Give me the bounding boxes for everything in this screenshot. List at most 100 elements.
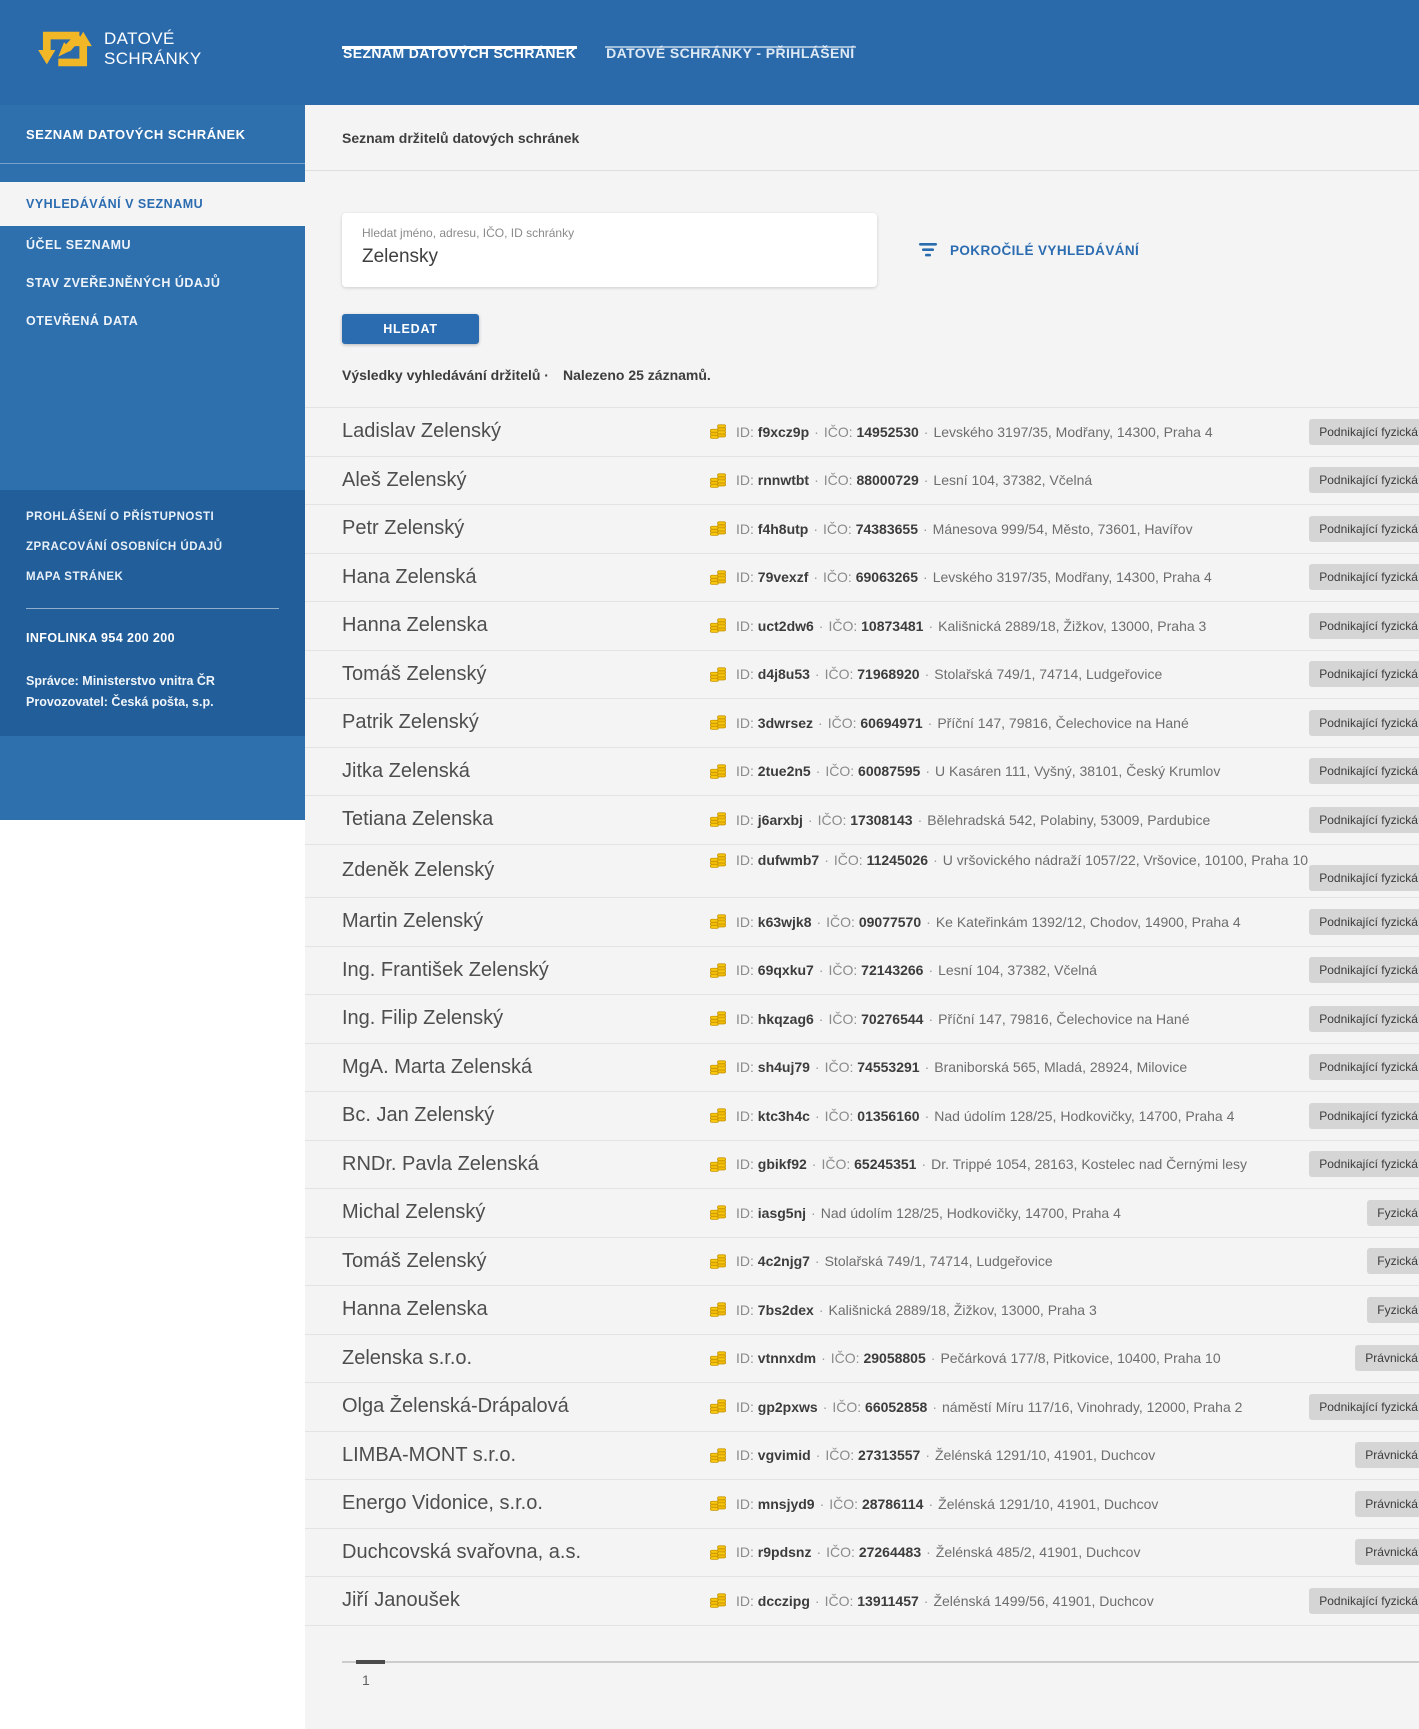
result-row[interactable]: Tetiana Zelenska ID: j6arxb — [305, 796, 1419, 845]
box-id-value: 2tue2n5 — [758, 763, 811, 779]
result-row[interactable]: Ing. Filip Zelenský ID: hkq — [305, 995, 1419, 1044]
holder-name[interactable]: Hana Zelenská — [342, 566, 709, 589]
holder-name[interactable]: Olga Želenská-Drápalová — [342, 1395, 709, 1418]
ico-group: ·IČO: 01356160 — [810, 1108, 920, 1124]
sidebar-item-otevrena-data[interactable]: OTEVŘENÁ DATA — [0, 302, 305, 340]
sidebar-admin-info: Správce: Ministerstvo vnitra ČR Provozov… — [26, 671, 305, 713]
holder-name[interactable]: Zelenska s.r.o. — [342, 1347, 709, 1370]
ico-group: ·IČO: 88000729 — [809, 472, 919, 488]
pagination-track — [342, 1661, 1419, 1663]
result-row[interactable]: Jiří Janoušek ID: dcczipg·I — [305, 1577, 1419, 1626]
result-row[interactable]: Petr Zelenský ID: f4h8utp·I — [305, 505, 1419, 554]
result-row[interactable]: Hanna Zelenska ID: 7bs2dex· — [305, 1286, 1419, 1335]
sidebar-link-mapa-stranek[interactable]: MAPA STRÁNEK — [0, 562, 305, 592]
result-row[interactable]: RNDr. Pavla Zelenská ID: gb — [305, 1141, 1419, 1190]
holder-name[interactable]: Jitka Zelenská — [342, 760, 709, 783]
holder-name[interactable]: Bc. Jan Zelenský — [342, 1104, 709, 1127]
holder-name[interactable]: Patrik Zelenský — [342, 711, 709, 734]
result-row[interactable]: Hana Zelenská ID: 79vexzf·I — [305, 554, 1419, 603]
box-id-value: 3dwrsez — [758, 715, 813, 731]
sidebar-link-prohlaseni-o-pristupnosti[interactable]: PROHLÁŠENÍ O PŘÍSTUPNOSTI — [0, 502, 305, 532]
holder-name[interactable]: Aleš Zelenský — [342, 469, 709, 492]
row-meta: ID: d4j8u53·IČO: 71968920·Stolařská 749/… — [709, 666, 1162, 683]
holder-name[interactable]: RNDr. Pavla Zelenská — [342, 1153, 709, 1176]
holder-name[interactable]: Duchcovská svařovna, a.s. — [342, 1541, 709, 1564]
separator-dot: · — [932, 1399, 937, 1415]
tab-seznam-datovych-schranek[interactable]: SEZNAM DATOVÝCH SCHRÁNEK — [342, 0, 577, 105]
id-label: ID: — [736, 763, 754, 779]
holder-name[interactable]: Martin Zelenský — [342, 910, 709, 933]
result-row[interactable]: Ing. František Zelenský ID: — [305, 947, 1419, 996]
holder-name[interactable]: MgA. Marta Zelenská — [342, 1056, 709, 1079]
sidebar-item-vyhledavani-v-seznamu[interactable]: VYHLEDÁVÁNÍ V SEZNAMU — [0, 182, 305, 226]
holder-name[interactable]: Tomáš Zelenský — [342, 663, 709, 686]
result-row[interactable]: Duchcovská svařovna, a.s. ID: — [305, 1529, 1419, 1578]
ico-label: IČO: — [829, 962, 858, 978]
separator-dot: · — [925, 763, 930, 779]
box-id-value: dcczipg — [758, 1593, 810, 1609]
holder-name[interactable]: Ing. Filip Zelenský — [342, 1007, 709, 1030]
sidebar-link-zpracovani-osobnich-udaju[interactable]: ZPRACOVÁNÍ OSOBNÍCH ÚDAJŮ — [0, 532, 305, 562]
search-input[interactable] — [362, 246, 842, 268]
holder-name[interactable]: Petr Zelenský — [342, 517, 709, 540]
holder-address: U Kasáren 111, Vyšný, 38101, Český Kruml… — [935, 763, 1220, 779]
result-row[interactable]: Martin Zelenský ID: k63wjk8 — [305, 898, 1419, 947]
holder-name[interactable]: Tomáš Zelenský — [342, 1250, 709, 1273]
coins-icon — [709, 1010, 727, 1027]
holder-address: Příční 147, 79816, Čelechovice na Hané — [938, 1011, 1189, 1027]
holder-name[interactable]: Ladislav Zelenský — [342, 420, 709, 443]
sidebar-item-stav-zverejnenych-udaju[interactable]: STAV ZVEŘEJNĚNÝCH ÚDAJŮ — [0, 264, 305, 302]
result-row[interactable]: Michal Zelenský ID: iasg5nj — [305, 1189, 1419, 1238]
separator-dot: · — [819, 962, 824, 978]
ico-label: IČO: — [831, 1350, 860, 1366]
result-row[interactable]: Zdeněk Zelenský ID: dufwmb7 — [305, 845, 1419, 899]
result-row[interactable]: Tomáš Zelenský ID: 4c2njg7· — [305, 1238, 1419, 1287]
search-box[interactable]: Hledat jméno, adresu, IČO, ID schránky — [342, 213, 877, 287]
ico-label: IČO: — [828, 1011, 857, 1027]
row-meta-text: ID: iasg5nj·Nad údolím 128/25, Hodkovičk… — [736, 1205, 1121, 1221]
result-row[interactable]: Olga Želenská-Drápalová ID: — [305, 1383, 1419, 1432]
ico-group: ·IČO: 66052858 — [818, 1399, 928, 1415]
ico-group: ·IČO: 27264483 — [811, 1544, 921, 1560]
holder-name[interactable]: Energo Vidonice, s.r.o. — [342, 1492, 709, 1515]
holder-name[interactable]: LIMBA-MONT s.r.o. — [342, 1444, 709, 1467]
search-submit-button[interactable]: HLEDAT — [342, 314, 479, 344]
holder-name[interactable]: Jiří Janoušek — [342, 1589, 709, 1612]
tab-datove-schranky-prihlaseni[interactable]: DATOVÉ SCHRÁNKY - PŘIHLÁŠENÍ — [605, 0, 855, 105]
result-row[interactable]: Aleš Zelenský ID: rnnwtbt·I — [305, 457, 1419, 506]
result-row[interactable]: Patrik Zelenský ID: 3dwrsez — [305, 699, 1419, 748]
holder-name[interactable]: Tetiana Zelenska — [342, 808, 709, 831]
result-row[interactable]: LIMBA-MONT s.r.o. ID: vgvim — [305, 1432, 1419, 1481]
holder-address: Stolařská 749/1, 74714, Ludgeřovice — [934, 666, 1162, 682]
holder-name[interactable]: Michal Zelenský — [342, 1201, 709, 1224]
ico-value: 60694971 — [860, 715, 922, 731]
separator-dot: · — [814, 472, 819, 488]
advanced-search-button[interactable]: POKROČILÉ VYHLEDÁVÁNÍ — [918, 243, 1139, 258]
holder-type-badge: Právnická osoba — [1355, 1442, 1419, 1468]
row-meta: ID: dufwmb7·IČO: 11245026·U vršovického … — [709, 852, 1308, 869]
row-meta: ID: iasg5nj·Nad údolím 128/25, Hodkovičk… — [709, 1204, 1121, 1221]
pagination-page-1[interactable]: 1 — [362, 1672, 370, 1688]
result-row[interactable]: MgA. Marta Zelenská ID: sh4 — [305, 1044, 1419, 1093]
coins-icon — [709, 962, 727, 979]
result-row[interactable]: Hanna Zelenska ID: uct2dw6· — [305, 602, 1419, 651]
holder-name[interactable]: Hanna Zelenska — [342, 614, 709, 637]
result-row[interactable]: Bc. Jan Zelenský ID: ktc3h4 — [305, 1092, 1419, 1141]
holder-name[interactable]: Hanna Zelenska — [342, 1298, 709, 1321]
sidebar-item-ucel-seznamu[interactable]: ÚČEL SEZNAMU — [0, 226, 305, 264]
result-row[interactable]: Jitka Zelenská ID: 2tue2n5 · — [305, 748, 1419, 797]
coins-icon — [709, 1544, 727, 1561]
result-row[interactable]: Ladislav Zelenský ID: f9xcz — [305, 407, 1419, 457]
search-section: Hledat jméno, adresu, IČO, ID schránky P… — [342, 213, 1419, 287]
result-row[interactable]: Energo Vidonice, s.r.o. ID: — [305, 1480, 1419, 1529]
id-label: ID: — [736, 812, 754, 828]
holder-name[interactable]: Ing. František Zelenský — [342, 959, 709, 982]
row-meta: ID: 4c2njg7·Stolařská 749/1, 74714, Ludg… — [709, 1253, 1053, 1270]
ico-value: 13911457 — [857, 1593, 919, 1609]
result-row[interactable]: Tomáš Zelenský ID: d4j8u53· — [305, 651, 1419, 700]
result-row[interactable]: Zelenska s.r.o. ID: vtnnxdm — [305, 1335, 1419, 1384]
app-logo[interactable]: DATOVÉ SCHRÁNKY — [36, 26, 202, 72]
holder-name[interactable]: Zdeněk Zelenský — [342, 859, 709, 882]
ico-group: ·IČO: 28786114 — [815, 1496, 924, 1512]
box-id-value: rnnwtbt — [758, 472, 809, 488]
